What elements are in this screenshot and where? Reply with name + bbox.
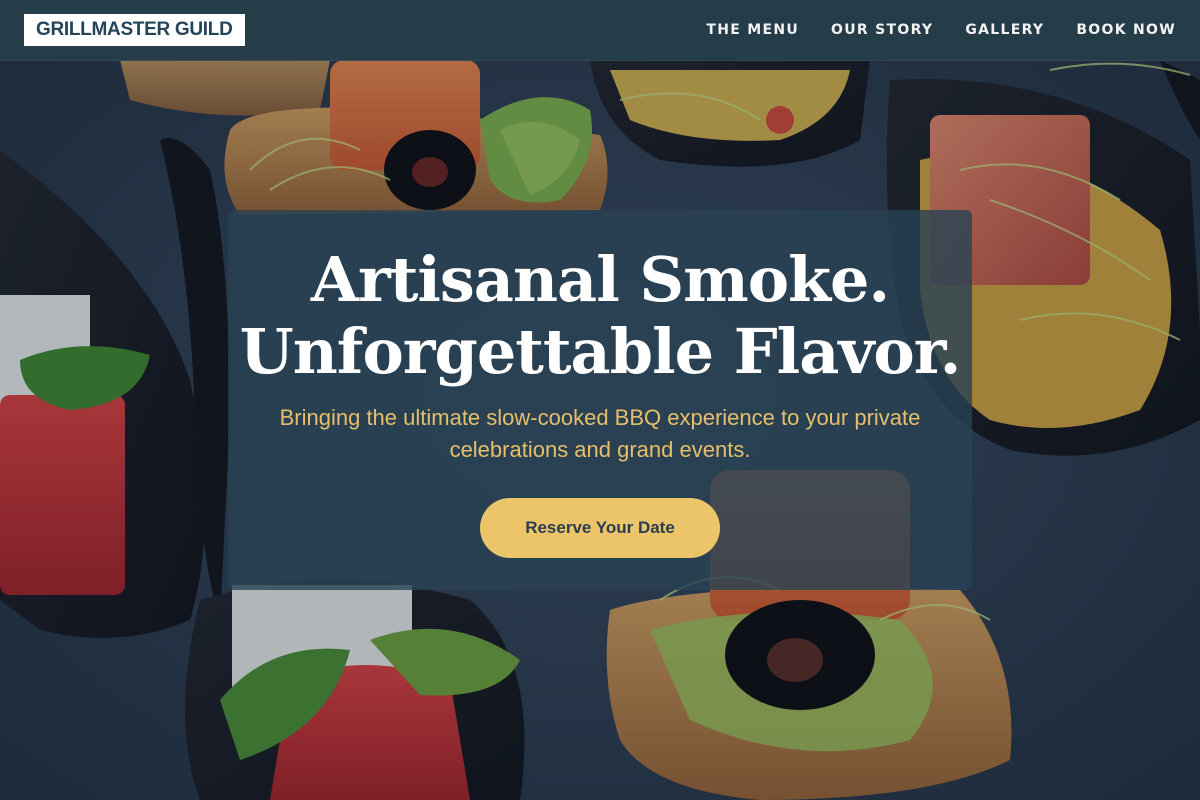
top-navbar: GRILLMASTER GUILD THE MENU OUR STORY GAL… [0, 0, 1200, 61]
nav-link-the-menu[interactable]: THE MENU [706, 22, 799, 38]
hero-headline-line-2: Unforgettable Flavor. [239, 315, 962, 388]
nav-link-book-now[interactable]: BOOK NOW [1076, 22, 1176, 38]
hero-subtitle: Bringing the ultimate slow-cooked BBQ ex… [279, 405, 921, 462]
reserve-date-button[interactable]: Reserve Your Date [480, 498, 720, 558]
hero-headline: Artisanal Smoke. Unforgettable Flavor. [228, 244, 972, 388]
brand-logo[interactable]: GRILLMASTER GUILD [24, 14, 245, 46]
nav-links: THE MENU OUR STORY GALLERY BOOK NOW [706, 0, 1176, 60]
nav-link-gallery[interactable]: GALLERY [965, 22, 1044, 38]
nav-link-our-story[interactable]: OUR STORY [831, 22, 933, 38]
hero-card: Artisanal Smoke. Unforgettable Flavor. B… [228, 210, 972, 590]
page: GRILLMASTER GUILD THE MENU OUR STORY GAL… [0, 0, 1200, 800]
hero-headline-line-1: Artisanal Smoke. [310, 243, 890, 316]
